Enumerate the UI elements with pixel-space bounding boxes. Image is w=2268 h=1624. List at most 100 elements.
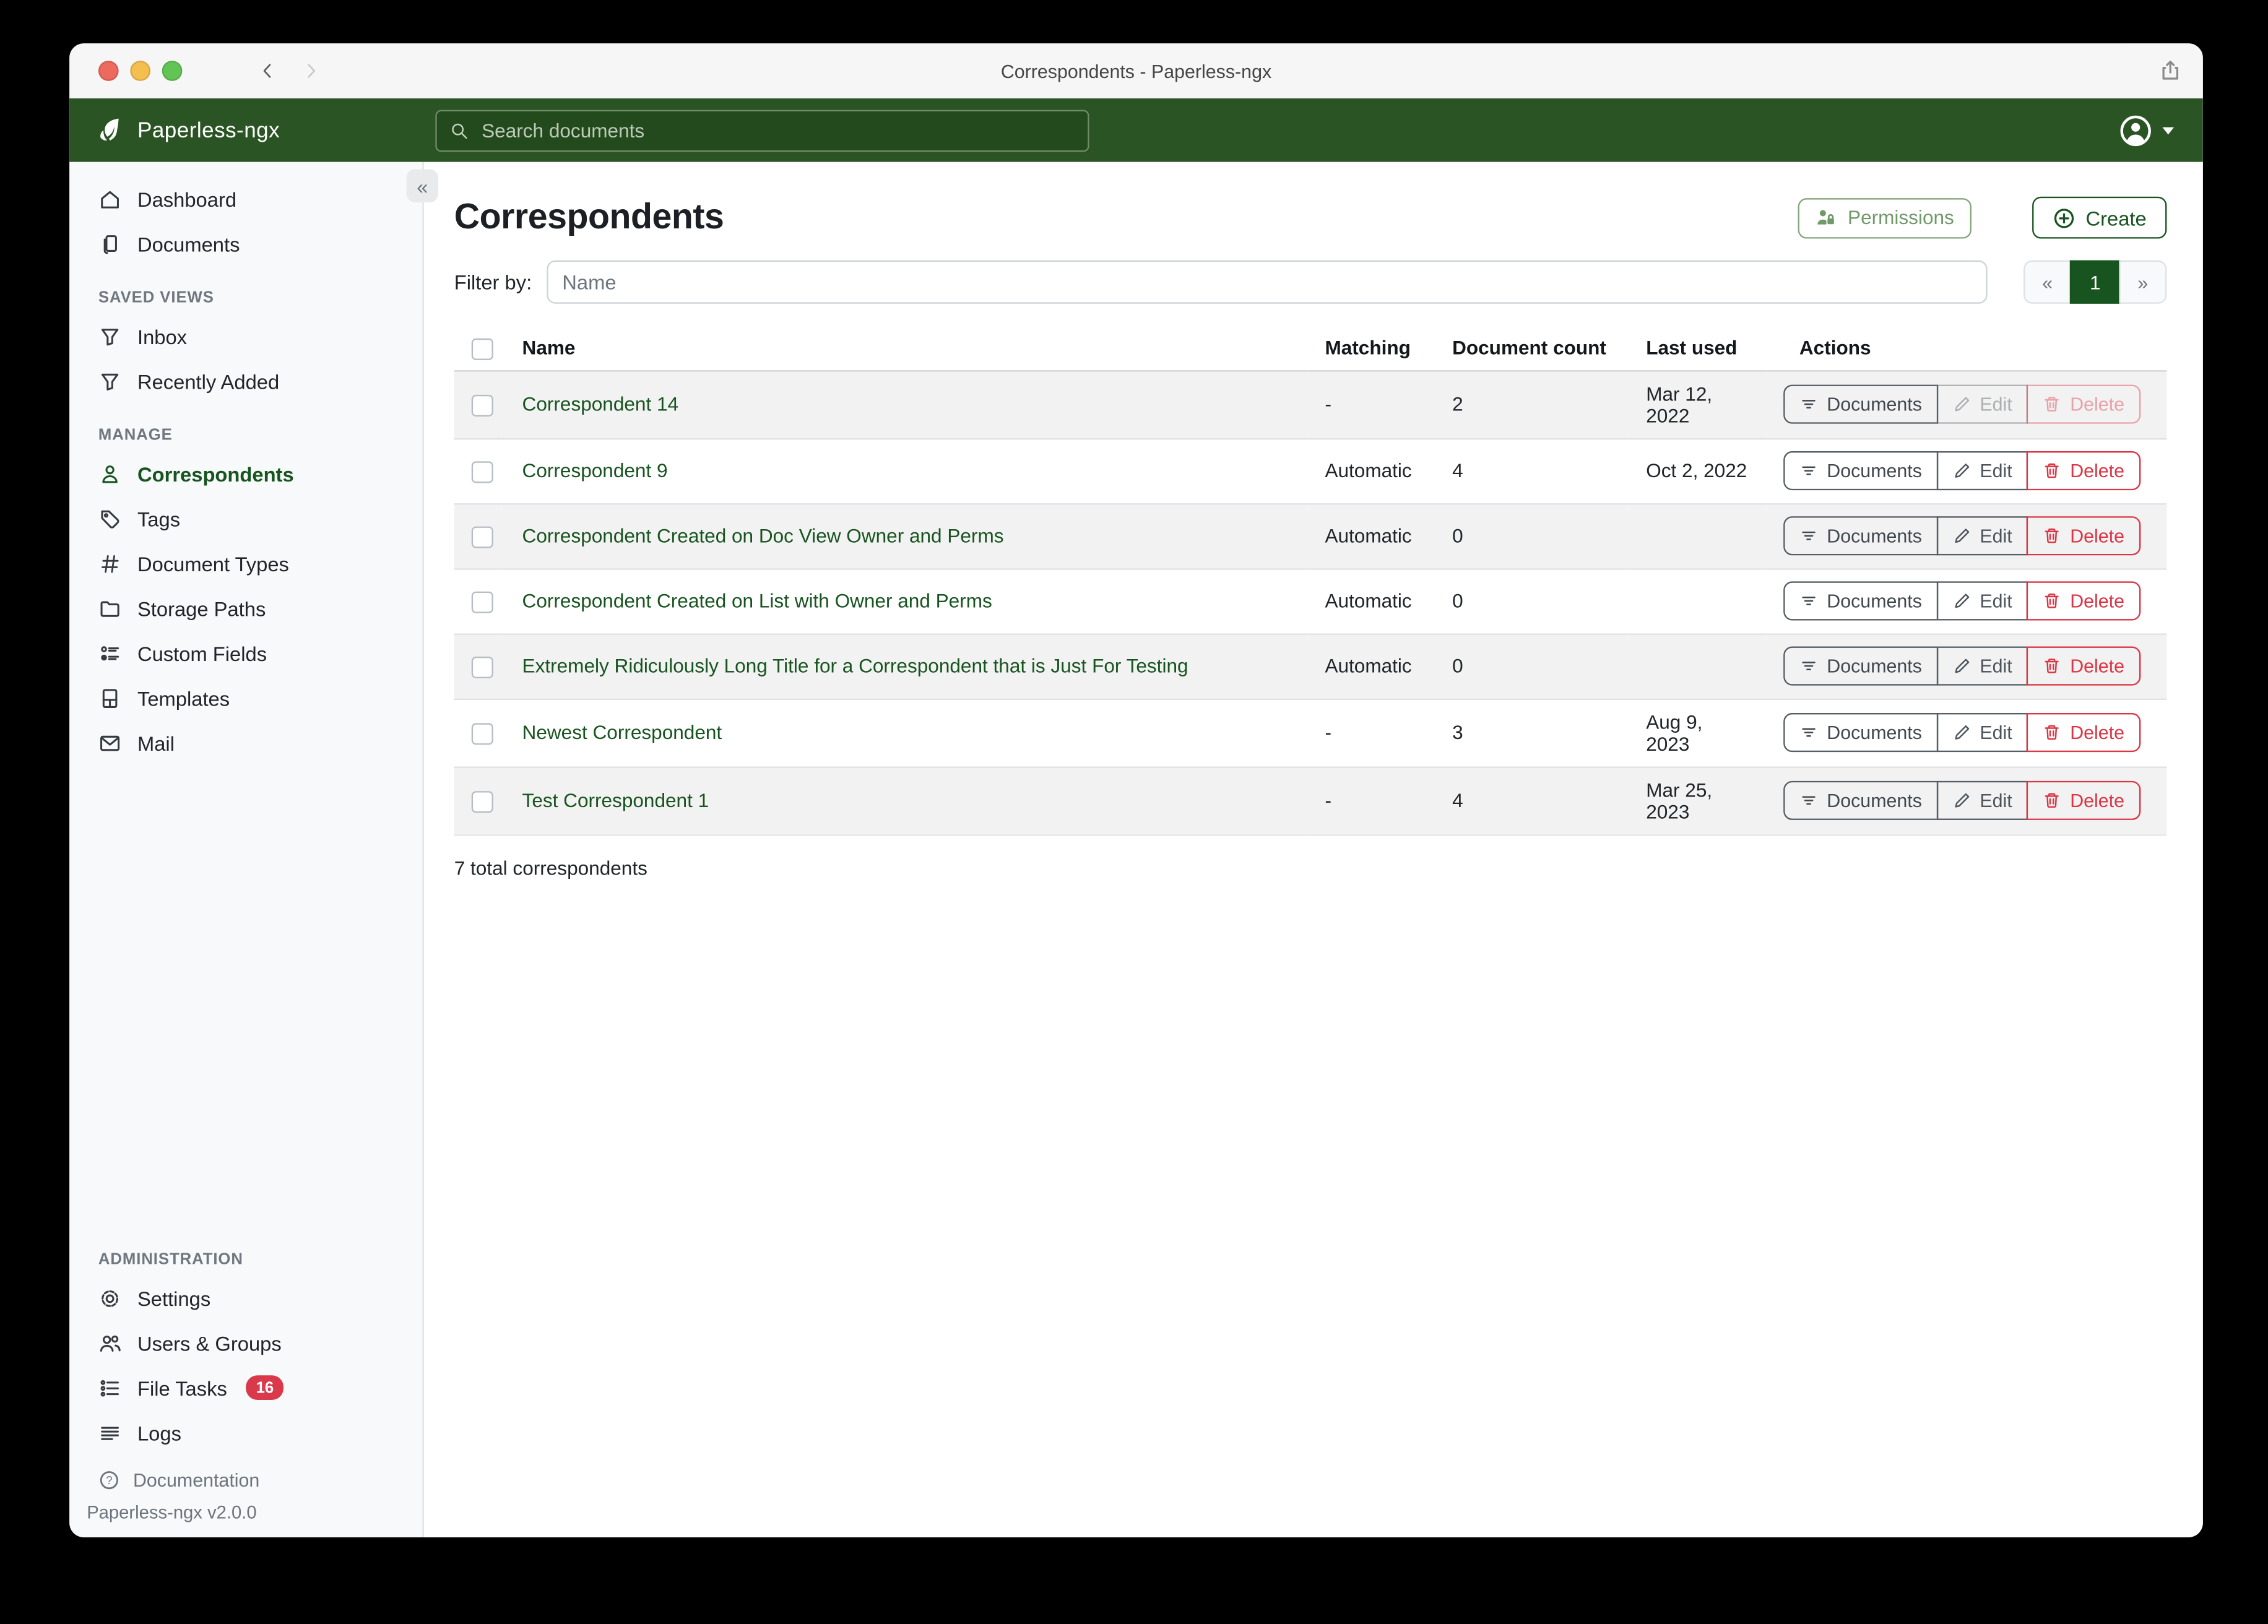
column-header-name[interactable]: Name [502, 327, 1308, 371]
edit-button[interactable]: Edit [1936, 517, 2028, 556]
filter-lines-icon [1799, 395, 1818, 414]
cell-name: Correspondent 14 [502, 371, 1308, 439]
sidebar-item-label: Document Types [137, 551, 289, 574]
pagination-next-button[interactable]: » [2119, 261, 2166, 304]
forward-icon[interactable] [301, 61, 321, 81]
sidebar-item-logs[interactable]: Logs [69, 1410, 422, 1454]
filter-icon [98, 369, 121, 392]
cell-matching: Automatic [1307, 439, 1435, 504]
tasks-icon [98, 1376, 121, 1399]
sidebar-item-document-types[interactable]: Document Types [69, 541, 422, 585]
edit-button[interactable]: Edit [1936, 714, 2028, 753]
sidebar-item-tags[interactable]: Tags [69, 496, 422, 540]
mail-icon [98, 731, 121, 754]
gear-icon [98, 1287, 121, 1310]
sidebar-item-label: Tags [137, 507, 180, 530]
sidebar-item-recently-added[interactable]: Recently Added [69, 359, 422, 404]
column-header-document-count[interactable]: Document count [1435, 327, 1629, 371]
sidebar-item-mail[interactable]: Mail [69, 720, 422, 765]
correspondent-link[interactable]: Extremely Ridiculously Long Title for a … [522, 656, 1188, 678]
pagination-prev-button[interactable]: « [2023, 261, 2071, 304]
table-header-row: Name Matching Document count Last used A… [454, 327, 2167, 371]
delete-button[interactable]: Delete [2027, 714, 2140, 753]
row-checkbox[interactable] [472, 657, 493, 678]
permissions-button[interactable]: Permissions [1799, 197, 1972, 238]
back-icon[interactable] [258, 61, 278, 81]
edit-button[interactable]: Edit [1936, 647, 2028, 686]
row-checkbox[interactable] [472, 461, 493, 483]
user-menu[interactable] [2119, 113, 2174, 147]
edit-button[interactable]: Edit [1936, 782, 2028, 821]
column-header-matching[interactable]: Matching [1307, 327, 1435, 371]
sidebar-collapse-button[interactable]: « [407, 169, 438, 202]
minimize-window-button[interactable] [130, 61, 150, 81]
edit-button[interactable]: Edit [1936, 582, 2028, 621]
correspondent-link[interactable]: Test Correspondent 1 [522, 790, 709, 812]
correspondent-link[interactable]: Newest Correspondent [522, 722, 722, 744]
cell-checkbox [454, 699, 502, 767]
documents-button[interactable]: Documents [1783, 517, 1937, 556]
correspondent-link[interactable]: Correspondent Created on Doc View Owner … [522, 525, 1004, 547]
row-checkbox[interactable] [472, 592, 493, 613]
zoom-window-button[interactable] [162, 61, 183, 81]
delete-button[interactable]: Delete [2027, 582, 2140, 621]
documents-button[interactable]: Documents [1783, 582, 1937, 621]
create-button[interactable]: Create [2032, 197, 2166, 239]
sidebar-item-label: Correspondents [137, 462, 294, 485]
trash-icon [2043, 723, 2061, 742]
share-icon[interactable] [2158, 58, 2183, 82]
file-tasks-badge: 16 [246, 1375, 284, 1400]
row-checkbox[interactable] [472, 723, 493, 745]
cell-actions: Documents Edit Delete [1766, 569, 2166, 634]
sidebar-item-label: Recently Added [137, 369, 279, 392]
column-header-last-used[interactable]: Last used [1629, 327, 1766, 371]
delete-button[interactable]: Delete [2027, 647, 2140, 686]
edit-button[interactable]: Edit [1936, 386, 2028, 425]
sidebar-item-users-groups[interactable]: Users & Groups [69, 1320, 422, 1365]
documents-button[interactable]: Documents [1783, 647, 1937, 686]
sidebar-item-label: Mail [137, 731, 175, 754]
sidebar-item-templates[interactable]: Templates [69, 675, 422, 720]
delete-button[interactable]: Delete [2027, 517, 2140, 556]
logs-icon [98, 1421, 121, 1444]
sidebar-item-inbox[interactable]: Inbox [69, 314, 422, 358]
edit-button[interactable]: Edit [1936, 452, 2028, 491]
sidebar-item-file-tasks[interactable]: File Tasks 16 [69, 1365, 422, 1410]
documents-button[interactable]: Documents [1783, 782, 1937, 821]
filter-name-input[interactable] [547, 261, 1988, 304]
sidebar-item-label: Settings [137, 1287, 210, 1310]
global-search[interactable] [435, 109, 1089, 151]
sidebar-item-dashboard[interactable]: Dashboard [69, 176, 422, 221]
cell-name: Test Correspondent 1 [502, 767, 1308, 835]
filter-icon [98, 325, 121, 348]
row-checkbox[interactable] [472, 791, 493, 813]
sidebar-item-storage-paths[interactable]: Storage Paths [69, 585, 422, 630]
question-circle-icon: ? [98, 1469, 120, 1491]
table-row: Test Correspondent 1 - 4 Mar 25, 2023 Do… [454, 767, 2167, 835]
correspondent-link[interactable]: Correspondent 14 [522, 394, 679, 416]
pagination-page-1[interactable]: 1 [2070, 261, 2121, 304]
close-window-button[interactable] [98, 61, 119, 81]
delete-button[interactable]: Delete [2027, 452, 2140, 491]
sidebar-item-documents[interactable]: Documents [69, 222, 422, 266]
search-input[interactable] [478, 118, 1075, 142]
sidebar-item-settings[interactable]: Settings [69, 1276, 422, 1320]
sidebar-item-custom-fields[interactable]: Custom Fields [69, 631, 422, 675]
delete-button[interactable]: Delete [2027, 782, 2140, 821]
home-icon [98, 188, 121, 210]
documents-button[interactable]: Documents [1783, 386, 1937, 425]
cell-last-used [1629, 634, 1766, 699]
documents-button[interactable]: Documents [1783, 452, 1937, 491]
documents-button[interactable]: Documents [1783, 714, 1937, 753]
sidebar-item-documentation[interactable]: ? Documentation [69, 1455, 422, 1494]
correspondent-link[interactable]: Correspondent Created on List with Owner… [522, 590, 992, 612]
delete-button[interactable]: Delete [2027, 386, 2140, 425]
row-checkbox[interactable] [472, 526, 493, 548]
correspondent-link[interactable]: Correspondent 9 [522, 460, 668, 482]
sidebar-item-correspondents[interactable]: Correspondents [69, 451, 422, 496]
hash-icon [98, 551, 121, 574]
sidebar-item-label: Logs [137, 1421, 181, 1444]
brand[interactable]: Paperless-ngx [95, 116, 435, 145]
row-checkbox[interactable] [472, 395, 493, 417]
select-all-checkbox[interactable] [472, 339, 493, 360]
